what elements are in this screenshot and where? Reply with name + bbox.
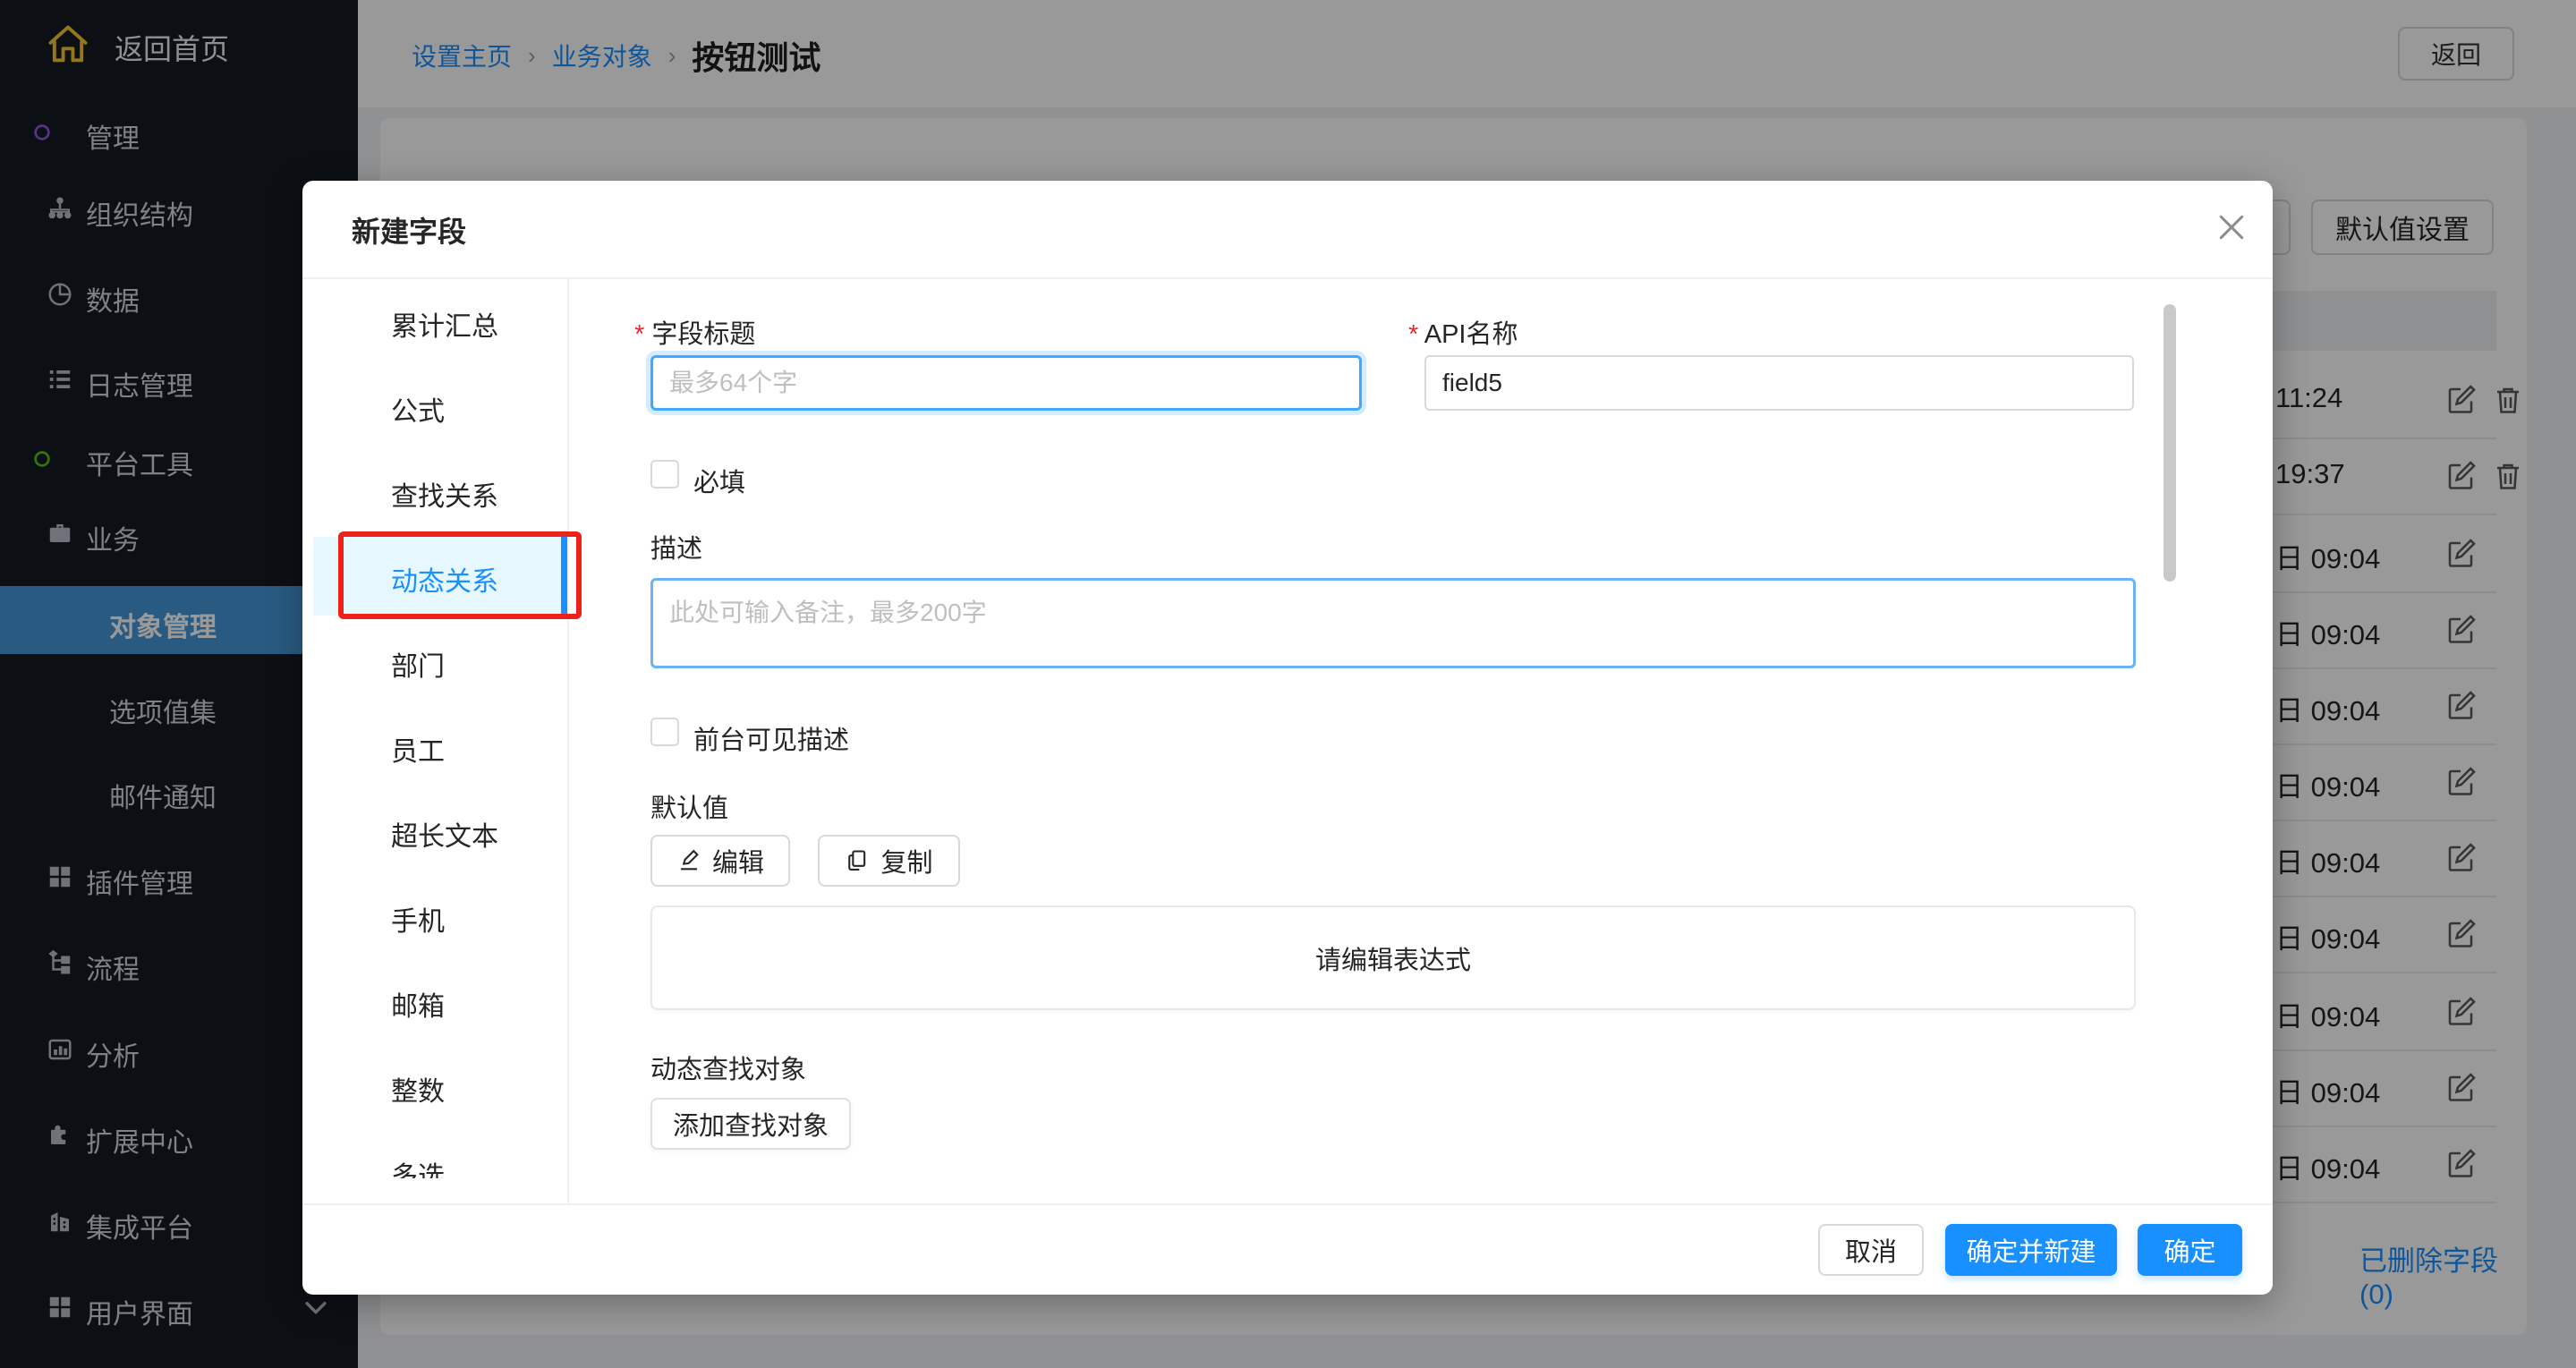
copy-icon <box>845 848 870 873</box>
type-item-bumen[interactable]: 部门 <box>302 635 567 685</box>
default-value-label: 默认值 <box>650 787 728 825</box>
modal-footer: 取消 确定并新建 确定 <box>302 1203 2273 1295</box>
field-title-label: 字段标题 <box>634 313 755 351</box>
add-lookup-object-button[interactable]: 添加查找对象 <box>650 1098 851 1150</box>
field-title-input[interactable] <box>650 355 1362 411</box>
required-checkbox[interactable] <box>650 460 679 489</box>
confirm-button[interactable]: 确定 <box>2138 1224 2242 1276</box>
description-label: 描述 <box>650 528 702 565</box>
confirm-and-new-button[interactable]: 确定并新建 <box>1945 1224 2117 1276</box>
field-type-list: 累计汇总 公式 查找关系 动态关系 部门 员工 超长文本 手机 邮箱 整数 多选 <box>302 277 567 1178</box>
type-item-youxiang[interactable]: 邮箱 <box>302 975 567 1025</box>
modal-title: 新建字段 <box>352 209 466 251</box>
front-visible-desc-checkbox[interactable] <box>650 718 679 746</box>
type-item-leijihuizong[interactable]: 累计汇总 <box>302 295 567 345</box>
close-icon[interactable] <box>2214 209 2249 245</box>
modal-header-divider <box>302 277 2273 279</box>
description-textarea[interactable] <box>650 578 2136 668</box>
type-item-dongtaiguanxi[interactable]: 动态关系 <box>302 550 567 600</box>
app-root: 返回首页 管理 组织结构 数据 日志管理 平台工具 业务 对象管理 <box>0 0 2576 1368</box>
type-item-chazhaoguanxi[interactable]: 查找关系 <box>302 465 567 515</box>
front-visible-desc-label: 前台可见描述 <box>693 719 849 757</box>
type-list-divider <box>567 277 569 1203</box>
dynamic-lookup-label: 动态查找对象 <box>650 1049 806 1086</box>
type-item-gongshi[interactable]: 公式 <box>302 380 567 430</box>
type-item-shouji[interactable]: 手机 <box>302 890 567 940</box>
type-item-zhengshu[interactable]: 整数 <box>302 1060 567 1110</box>
pencil-icon <box>676 848 701 873</box>
cancel-button[interactable]: 取消 <box>1818 1224 1924 1276</box>
type-item-yuangong[interactable]: 员工 <box>302 720 567 770</box>
new-field-modal: 新建字段 累计汇总 公式 查找关系 动态关系 部门 员工 超长文本 手机 邮箱 … <box>302 181 2273 1295</box>
api-name-label: API名称 <box>1408 313 1518 351</box>
modal-scrollbar-thumb[interactable] <box>2164 304 2176 582</box>
expression-box[interactable]: 请编辑表达式 <box>650 905 2136 1010</box>
api-name-input[interactable] <box>1424 355 2134 411</box>
type-item-chaochangwenben[interactable]: 超长文本 <box>302 805 567 855</box>
edit-expression-button[interactable]: 编辑 <box>650 835 790 887</box>
type-item-duoxuan[interactable]: 多选 <box>302 1145 567 1178</box>
required-label: 必填 <box>693 462 745 499</box>
copy-button[interactable]: 复制 <box>818 835 960 887</box>
